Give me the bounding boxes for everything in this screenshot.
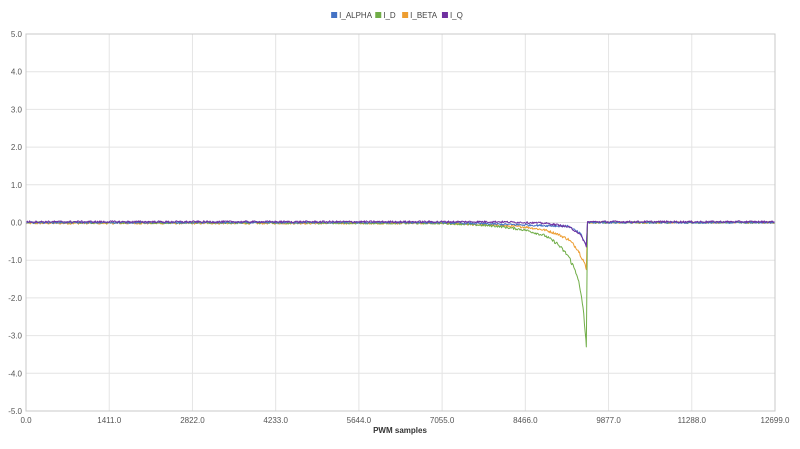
legend-label: I_ALPHA <box>339 11 373 20</box>
x-tick-label: 5644.0 <box>347 416 372 425</box>
legend-swatch <box>402 12 409 18</box>
x-tick-label: 2822.0 <box>180 416 205 425</box>
y-tick-label: -1.0 <box>8 256 22 265</box>
y-tick-label: -4.0 <box>8 369 22 378</box>
x-tick-label: 11288.0 <box>678 416 707 425</box>
y-tick-label: 4.0 <box>11 68 23 77</box>
y-tick-label: 3.0 <box>11 105 23 114</box>
x-tick-label: 9877.0 <box>596 416 621 425</box>
chart: 5.0 4.0 3.0 2.0 1.0 0.0 -1.0 -2.0 -3.0 -4.0 -5.0 0.… <box>0 0 800 444</box>
x-tick-label: 12699.0 <box>761 416 790 425</box>
y-tick-label: 2.0 <box>11 143 23 152</box>
legend-label: I_BETA <box>410 11 438 20</box>
chart-svg: 5.04.03.02.01.00.0-1.0-2.0-3.0-4.0-5.00.… <box>0 0 800 444</box>
y-tick-label: 1.0 <box>11 181 23 190</box>
x-tick-label: 0.0 <box>20 416 32 425</box>
legend-label: I_D <box>383 11 396 20</box>
legend-swatch <box>375 12 382 18</box>
x-axis-title: PWM samples <box>373 426 427 435</box>
legend-swatch <box>441 12 448 18</box>
legend-label: I_Q <box>450 11 463 20</box>
x-tick-label: 8466.0 <box>513 416 538 425</box>
y-tick-label: -5.0 <box>8 407 22 416</box>
y-tick-label: -3.0 <box>8 332 22 341</box>
y-tick-label: 5.0 <box>11 30 23 39</box>
y-tick-label: 0.0 <box>11 219 23 228</box>
y-tick-label: -2.0 <box>8 294 22 303</box>
x-tick-label: 7055.0 <box>430 416 455 425</box>
x-tick-label: 1411.0 <box>97 416 121 425</box>
legend-swatch <box>331 12 338 18</box>
x-tick-label: 4233.0 <box>263 416 288 425</box>
